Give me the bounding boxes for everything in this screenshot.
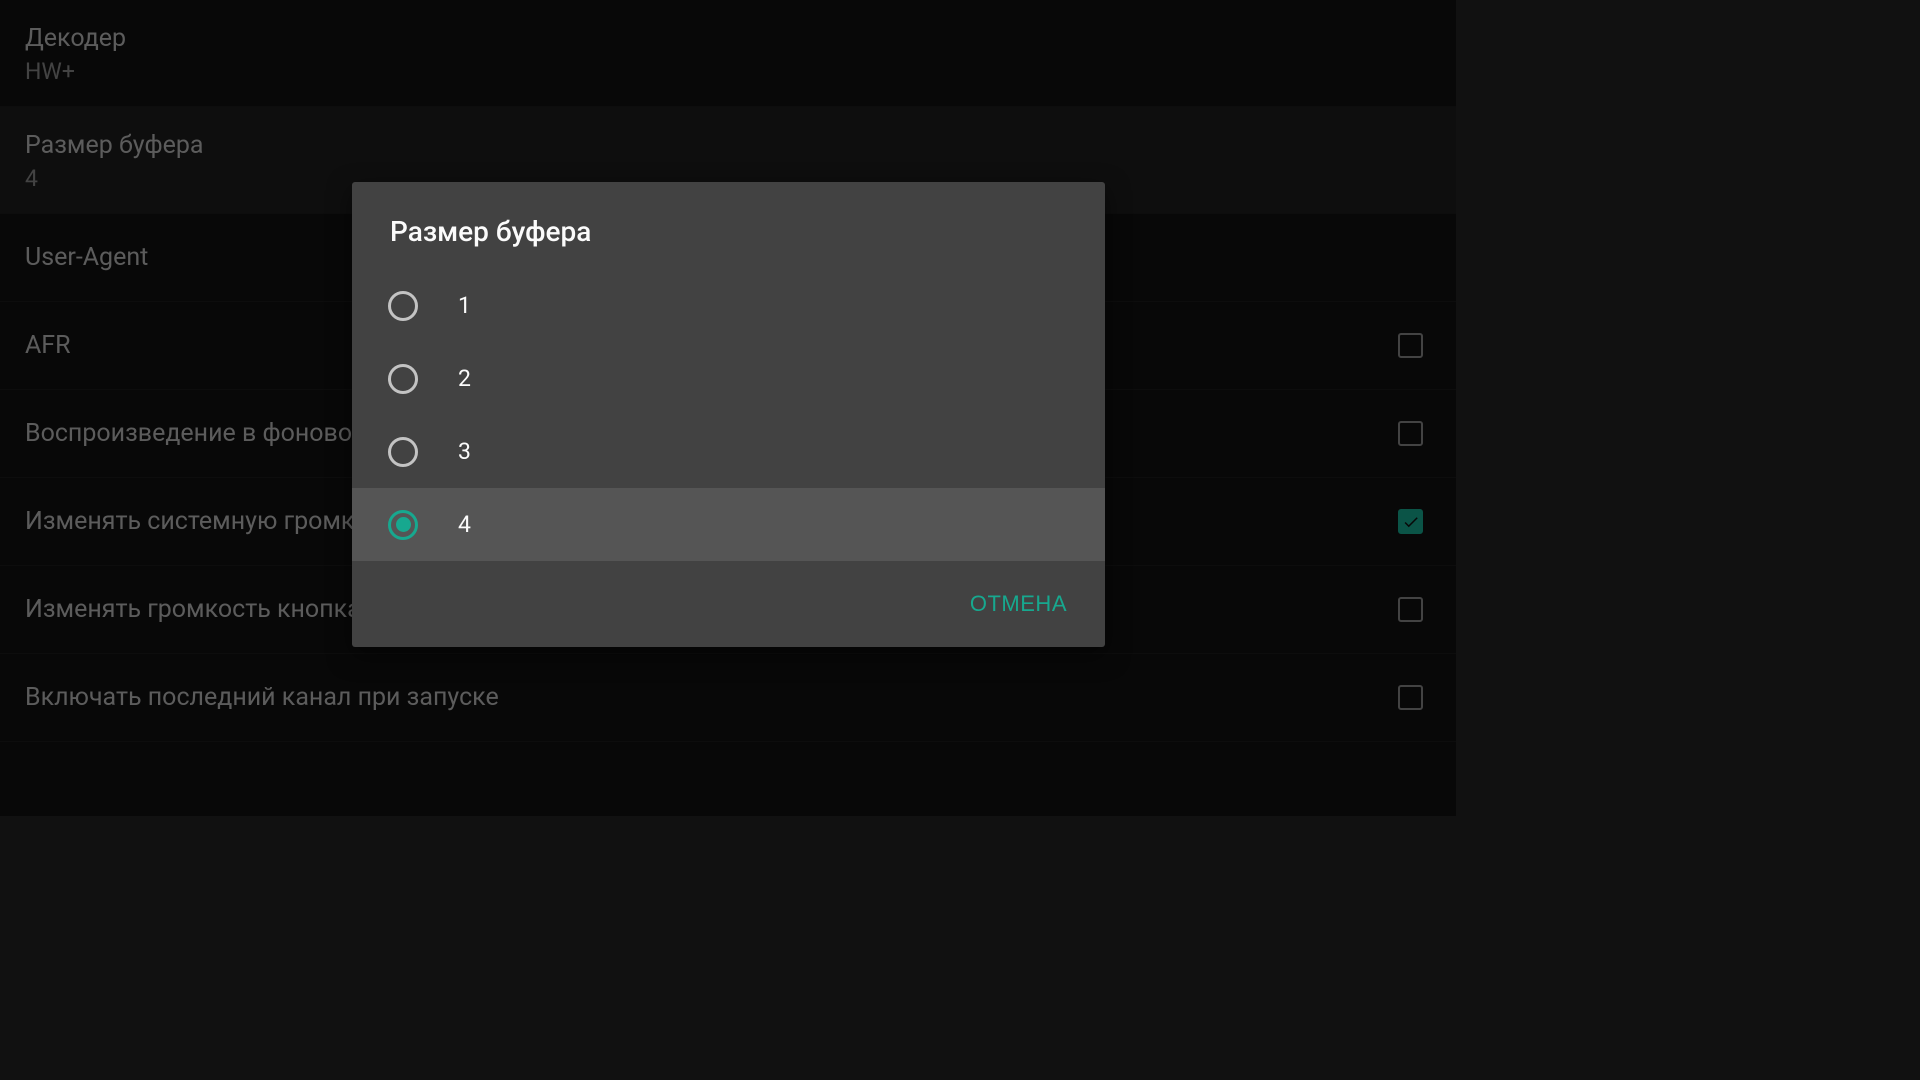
buffer-size-dialog: Размер буфера 1 2 3 4 ОТМЕНА bbox=[352, 182, 1105, 647]
setting-content: AFR bbox=[25, 331, 71, 360]
cancel-button[interactable]: ОТМЕНА bbox=[932, 576, 1105, 632]
setting-content: Изменять громкость кнопкам bbox=[25, 595, 379, 624]
setting-content: Включать последний канал при запуске bbox=[25, 683, 499, 712]
setting-title: AFR bbox=[25, 331, 71, 360]
radio-icon bbox=[388, 291, 418, 321]
radio-label: 3 bbox=[458, 438, 471, 465]
radio-option-3[interactable]: 3 bbox=[352, 415, 1105, 488]
radio-icon bbox=[388, 364, 418, 394]
setting-title: Воспроизведение в фоновом bbox=[25, 419, 371, 448]
radio-icon bbox=[388, 437, 418, 467]
setting-item-last-channel[interactable]: Включать последний канал при запуске bbox=[0, 654, 1456, 742]
setting-content: User-Agent bbox=[25, 243, 148, 272]
radio-label: 1 bbox=[458, 292, 471, 319]
dialog-title: Размер буфера bbox=[352, 182, 1105, 266]
radio-label: 2 bbox=[458, 365, 471, 392]
setting-content: Размер буфера 4 bbox=[25, 131, 204, 192]
setting-title: User-Agent bbox=[25, 243, 148, 272]
setting-title: Изменять системную громко bbox=[25, 507, 368, 536]
radio-icon bbox=[388, 510, 418, 540]
setting-title: Включать последний канал при запуске bbox=[25, 683, 499, 712]
setting-subtitle: 4 bbox=[25, 165, 204, 192]
setting-title: Изменять громкость кнопкам bbox=[25, 595, 379, 624]
radio-label: 4 bbox=[458, 511, 471, 538]
setting-title: Размер буфера bbox=[25, 131, 204, 160]
checkbox-background-playback[interactable] bbox=[1398, 421, 1423, 446]
setting-content: Изменять системную громко bbox=[25, 507, 368, 536]
setting-content: Воспроизведение в фоновом bbox=[25, 419, 371, 448]
radio-option-1[interactable]: 1 bbox=[352, 269, 1105, 342]
radio-option-2[interactable]: 2 bbox=[352, 342, 1105, 415]
setting-item-decoder[interactable]: Декодер HW+ bbox=[0, 0, 1456, 107]
checkbox-volume-buttons[interactable] bbox=[1398, 597, 1423, 622]
checkbox-last-channel[interactable] bbox=[1398, 685, 1423, 710]
setting-content: Декодер HW+ bbox=[25, 24, 126, 85]
setting-title: Декодер bbox=[25, 24, 126, 53]
checkbox-afr[interactable] bbox=[1398, 333, 1423, 358]
radio-option-4[interactable]: 4 bbox=[352, 488, 1105, 561]
checkbox-system-volume[interactable] bbox=[1398, 509, 1423, 534]
dialog-actions: ОТМЕНА bbox=[352, 561, 1105, 647]
radio-list: 1 2 3 4 bbox=[352, 266, 1105, 561]
setting-subtitle: HW+ bbox=[25, 58, 126, 85]
check-icon bbox=[1402, 513, 1420, 531]
